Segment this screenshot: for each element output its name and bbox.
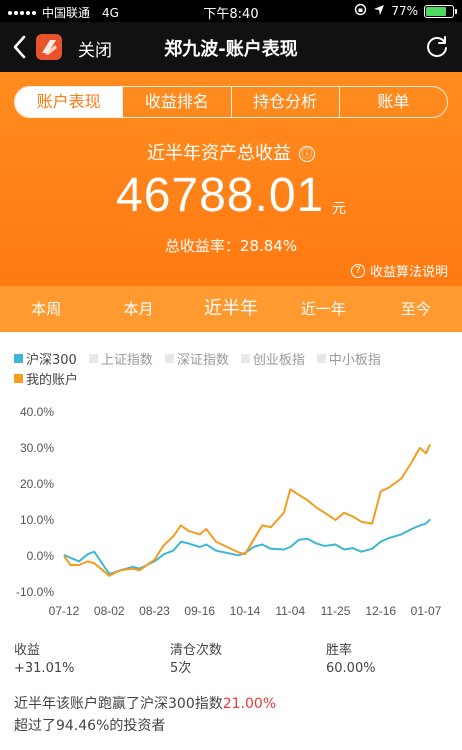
x-tick-label: 07-12 xyxy=(49,604,80,618)
legend-hs300[interactable]: 沪深300 xyxy=(14,349,77,368)
summary-panel: 账户表现 收益排名 持仓分析 账单 近半年资产总收益 ⓘ 46788.01 元 总… xyxy=(0,72,462,286)
close-button[interactable]: 关闭 xyxy=(78,36,112,61)
x-tick-label: 11-04 xyxy=(275,604,305,618)
legend-swatch xyxy=(14,353,23,363)
legend-sme-board[interactable]: 中小板指 xyxy=(316,349,381,368)
algorithm-help-label: 收益算法说明 xyxy=(369,265,448,280)
stat-win-rate: 胜率 60.00% xyxy=(326,642,454,678)
stat-value: 5次 xyxy=(170,661,192,676)
y-tick-label: -10.0% xyxy=(16,585,54,599)
stat-label: 胜率 xyxy=(326,643,353,658)
x-tick-label: 09-16 xyxy=(184,604,215,618)
legend-swatch xyxy=(240,353,250,363)
y-tick-label: 30.0% xyxy=(20,441,54,455)
summary-label-text: 近半年资产总收益 xyxy=(147,143,291,164)
total-profit-value: 46788.01 xyxy=(116,169,325,222)
y-tick-label: 0.0% xyxy=(27,549,55,563)
legend-label: 创业板指 xyxy=(252,352,305,368)
x-tick-label: 12-16 xyxy=(365,604,396,618)
benchmark-diff: 21.00% xyxy=(222,696,277,712)
summary-label: 近半年资产总收益 ⓘ xyxy=(0,139,462,165)
legend-chinext[interactable]: 创业板指 xyxy=(240,349,305,368)
period-selector: 本周 本月 近半年 近一年 至今 xyxy=(0,286,462,332)
benchmark-summary: 近半年该账户跑赢了沪深300指数21.00% 超过了94.46%的投资者 xyxy=(14,693,276,737)
nav-bar: 关闭 郑九波-账户表现 xyxy=(0,22,462,72)
x-tick-label: 11-25 xyxy=(321,604,351,618)
location-icon xyxy=(373,4,385,19)
legend-swatch xyxy=(316,353,326,363)
benchmark-line-2: 超过了94.46%的投资者 xyxy=(14,718,166,734)
status-bar: 中国联通 4G 下午8:40 77% xyxy=(0,0,462,22)
period-to-date[interactable]: 至今 xyxy=(370,286,462,332)
algorithm-help-link[interactable]: ? 收益算法说明 xyxy=(350,261,448,280)
refresh-icon[interactable] xyxy=(424,34,450,60)
stat-label: 清仓次数 xyxy=(170,643,223,658)
legend-label: 中小板指 xyxy=(328,352,381,368)
period-this-month[interactable]: 本月 xyxy=(92,286,184,332)
tab-bar: 账户表现 收益排名 持仓分析 账单 xyxy=(14,86,448,118)
y-tick-label: 20.0% xyxy=(20,477,54,491)
tab-profit-ranking[interactable]: 收益排名 xyxy=(122,87,230,117)
page-title: 郑九波-账户表现 xyxy=(164,39,298,60)
app-logo xyxy=(36,34,62,60)
benchmark-line-1: 近半年该账户跑赢了沪深300指数21.00% xyxy=(14,693,276,715)
stat-clearance-count: 清仓次数 5次 xyxy=(170,642,326,678)
performance-chart: 40.0% 30.0% 20.0% 10.0% 0.0% -10.0% 07-12 08-02… xyxy=(16,405,442,618)
x-tick-label: 01-07 xyxy=(411,604,442,618)
rate-label: 总收益率： xyxy=(164,237,240,255)
question-icon: ? xyxy=(350,263,365,278)
series-line-hs300 xyxy=(63,518,431,575)
x-tick-label: 08-23 xyxy=(139,604,170,618)
y-tick-label: 10.0% xyxy=(20,513,54,527)
benchmark-text: 近半年该账户跑赢了沪深300指数 xyxy=(14,696,223,712)
chart-legend: 沪深300 上证指数 深证指数 创业板指 中小板指 我的账户 xyxy=(14,348,454,388)
legend-shenzhen[interactable]: 深证指数 xyxy=(164,349,229,368)
x-tick-label: 08-02 xyxy=(94,604,125,618)
total-profit-unit: 元 xyxy=(332,201,346,217)
stat-profit: 收益 +31.01% xyxy=(14,642,170,678)
total-return-rate: 总收益率：28.84% xyxy=(0,235,462,256)
legend-row: 沪深300 上证指数 深证指数 创业板指 中小板指 xyxy=(14,348,454,368)
legend-label: 上证指数 xyxy=(100,352,153,368)
period-one-year[interactable]: 近一年 xyxy=(277,286,369,332)
legend-swatch xyxy=(164,353,174,363)
battery-percent: 77% xyxy=(391,4,418,18)
lock-rotation-icon xyxy=(354,3,367,19)
legend-label: 深证指数 xyxy=(176,352,229,368)
legend-row: 我的账户 xyxy=(14,368,454,388)
legend-label: 我的账户 xyxy=(26,372,79,388)
legend-swatch xyxy=(14,373,23,383)
legend-shanghai[interactable]: 上证指数 xyxy=(88,349,153,368)
app-logo-mark-icon xyxy=(42,40,57,55)
y-tick-label: 40.0% xyxy=(20,405,54,419)
stat-value: +31.01% xyxy=(14,661,75,676)
legend-my-account[interactable]: 我的账户 xyxy=(14,369,78,388)
rate-value: 28.84% xyxy=(239,237,298,255)
stat-label: 收益 xyxy=(14,643,41,658)
period-half-year[interactable]: 近半年 xyxy=(185,286,277,332)
status-right: 77% xyxy=(354,3,457,19)
battery-icon xyxy=(424,4,457,18)
chevron-left-icon[interactable] xyxy=(10,34,30,60)
x-tick-label: 10-14 xyxy=(230,604,261,618)
series-line-my-account xyxy=(63,443,432,577)
period-this-week[interactable]: 本周 xyxy=(0,286,92,332)
info-icon[interactable]: ⓘ xyxy=(299,146,315,162)
legend-label: 沪深300 xyxy=(26,352,77,368)
stat-value: 60.00% xyxy=(326,661,376,676)
tab-statement[interactable]: 账单 xyxy=(338,87,447,117)
tab-account-performance[interactable]: 账户表现 xyxy=(15,87,123,117)
stats-row: 收益 +31.01% 清仓次数 5次 胜率 60.00% xyxy=(14,642,454,678)
legend-swatch xyxy=(88,353,98,363)
tab-holdings-analysis[interactable]: 持仓分析 xyxy=(230,87,339,117)
